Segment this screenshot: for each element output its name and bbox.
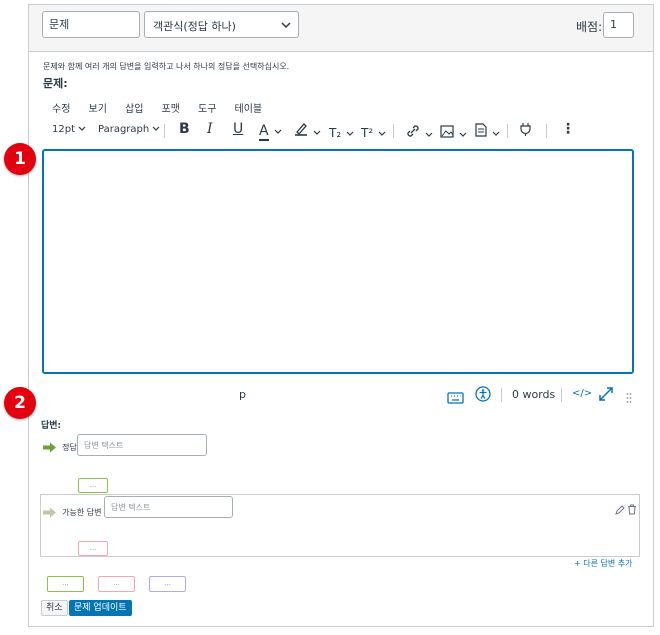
edit-answer-button[interactable] [615, 500, 625, 519]
text-color-button[interactable]: A [259, 120, 282, 141]
correct-answer-row: 정답 [42, 437, 77, 456]
highlighter-icon [295, 123, 307, 136]
superscript-label: T² [361, 126, 374, 140]
chevron-down-icon [152, 126, 160, 131]
general-feedback-chip[interactable]: ... [149, 576, 186, 592]
possible-answer-input[interactable]: 답변 텍스트 [104, 496, 233, 518]
chevron-down-icon [492, 131, 500, 136]
possible-answer-comment-chip[interactable]: ... [78, 541, 108, 556]
underline-button[interactable]: U [233, 121, 243, 137]
subscript-label: T₂ [329, 126, 342, 140]
question-title-input[interactable]: 문제 [42, 11, 140, 38]
block-format-value: Paragraph [98, 124, 150, 135]
callout-badge-1: 1 [4, 143, 36, 175]
instructions-text: 문제와 함께 여러 개의 답변을 입력하고 나서 하나의 정답을 선택하십시오. [43, 62, 290, 71]
menu-insert[interactable]: 삽입 [125, 104, 143, 115]
editor-menubar: 수정 보기 삽입 포맷 도구 테이블 [52, 97, 275, 116]
image-button[interactable] [440, 123, 467, 142]
correct-answer-comment-chip[interactable]: ... [78, 478, 108, 493]
word-count: 0 words [512, 388, 556, 401]
chevron-down-icon [459, 132, 467, 137]
element-path: p [239, 388, 246, 401]
chevron-down-icon [78, 126, 86, 131]
points-label: 배점: [576, 20, 603, 34]
correct-answer-label: 정답 [62, 443, 77, 452]
block-format-dropdown[interactable]: Paragraph [98, 124, 160, 135]
toolbar-divider [546, 124, 547, 138]
menu-view[interactable]: 보기 [89, 104, 107, 115]
toolbar-divider [507, 124, 508, 138]
possible-answer-row: 가능한 답변 [42, 502, 101, 521]
resize-handle-icon[interactable] [626, 389, 632, 408]
document-button[interactable] [475, 122, 500, 141]
more-options-button[interactable]: ⋮ [561, 121, 575, 137]
document-icon [475, 123, 487, 137]
possible-answer-label: 가능한 답변 [62, 508, 102, 517]
pencil-icon [615, 505, 625, 515]
add-another-answer-link[interactable]: + 다른 답변 추가 [574, 558, 633, 569]
arrow-right-icon[interactable] [42, 507, 57, 518]
subscript-button[interactable]: T₂ [329, 122, 354, 141]
keyboard-shortcuts-button[interactable] [447, 389, 464, 408]
question-type-select[interactable]: 객관식(정답 하나) [144, 11, 299, 38]
superscript-button[interactable]: T² [361, 122, 386, 141]
bold-button[interactable]: B [179, 121, 190, 137]
question-label: 문제: [43, 77, 68, 90]
menu-format[interactable]: 포맷 [162, 104, 180, 115]
correct-answer-placeholder: 답변 텍스트 [84, 441, 124, 450]
delete-answer-button[interactable] [627, 500, 637, 519]
keyboard-icon [447, 392, 464, 404]
arrow-right-icon[interactable] [42, 442, 57, 453]
plug-icon [520, 123, 531, 136]
answers-label: 답변: [41, 421, 62, 431]
accessibility-checker-button[interactable] [475, 386, 491, 406]
toolbar-divider [164, 124, 165, 138]
link-button[interactable] [406, 123, 433, 142]
correct-answer-input[interactable]: 답변 텍스트 [77, 434, 207, 456]
image-icon [440, 125, 454, 138]
incorrect-feedback-chip[interactable]: ... [98, 576, 135, 592]
apps-plugin-button[interactable] [519, 122, 533, 141]
callout-badge-2: 2 [4, 387, 36, 419]
expand-icon [599, 387, 613, 401]
update-question-button[interactable]: 문제 업데이트 [69, 600, 132, 616]
font-size-value: 12pt [52, 124, 75, 135]
statusbar-divider [561, 388, 562, 402]
accessibility-icon [475, 386, 491, 402]
text-color-label: A [259, 123, 269, 141]
chevron-down-icon [281, 22, 291, 29]
chevron-down-icon [378, 131, 386, 136]
font-size-dropdown[interactable]: 12pt [52, 124, 86, 135]
question-type-value: 객관식(정답 하나) [153, 20, 236, 33]
points-input[interactable]: 1 [603, 12, 634, 38]
correct-feedback-chip[interactable]: ... [47, 576, 84, 592]
menu-tools[interactable]: 도구 [198, 104, 216, 115]
link-icon [407, 125, 419, 137]
fullscreen-button[interactable] [598, 386, 614, 406]
chevron-down-icon [425, 132, 433, 137]
chevron-down-icon [313, 130, 321, 135]
trash-icon [628, 504, 636, 515]
menu-table[interactable]: 테이블 [235, 104, 263, 115]
menu-edit[interactable]: 수정 [52, 104, 70, 115]
highlight-color-button[interactable] [294, 121, 321, 140]
html-editor-toggle[interactable]: </> [572, 388, 592, 399]
possible-answer-placeholder: 답변 텍스트 [111, 503, 151, 512]
italic-button[interactable]: I [207, 121, 213, 137]
statusbar-divider [501, 388, 502, 402]
chevron-down-icon [346, 131, 354, 136]
toolbar-divider [393, 124, 394, 138]
question-rich-text-editor[interactable] [42, 149, 634, 374]
cancel-button[interactable]: 취소 [41, 600, 68, 616]
chevron-down-icon [274, 129, 282, 134]
